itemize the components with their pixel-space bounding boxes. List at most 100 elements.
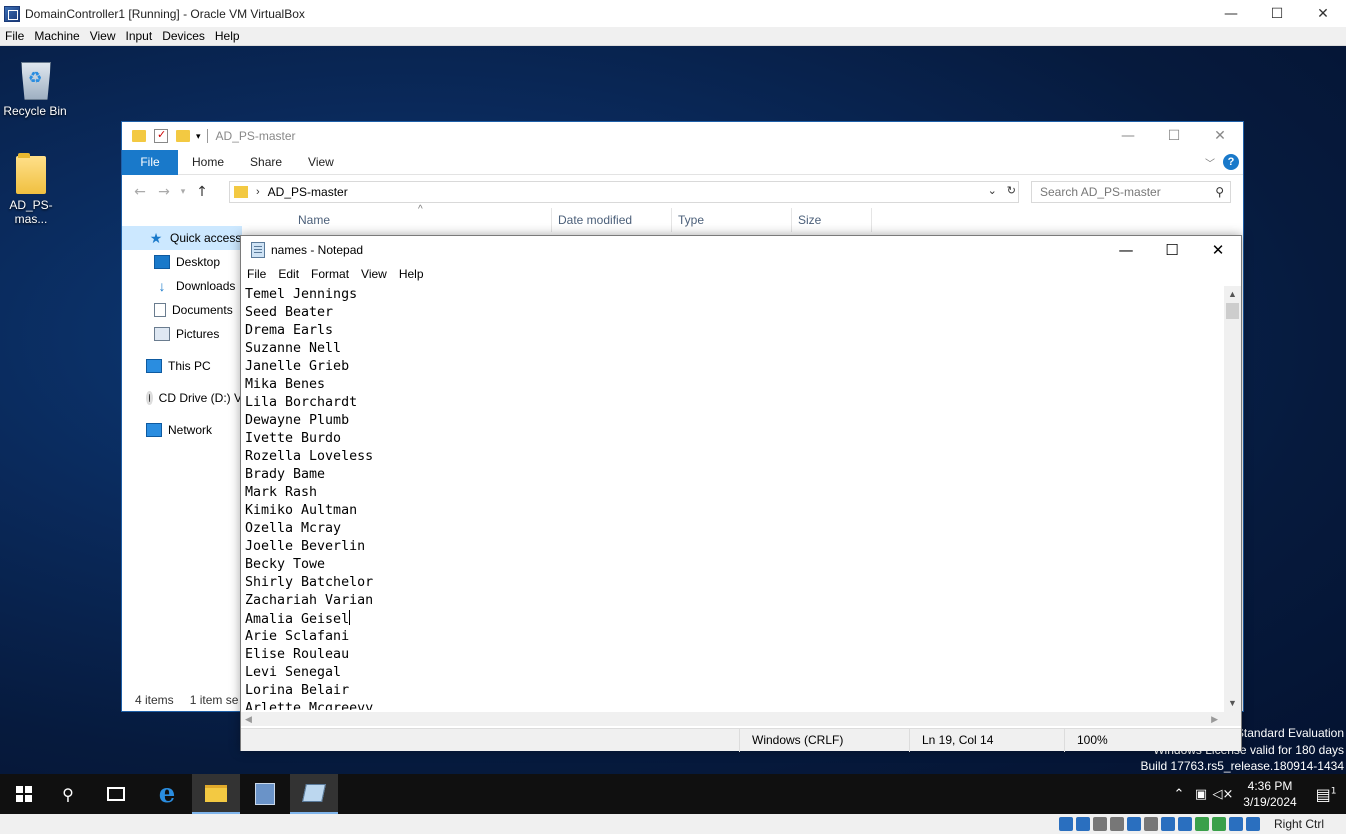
column-type[interactable]: Type	[672, 208, 792, 232]
notepad-menu-format[interactable]: Format	[305, 267, 355, 281]
scroll-left-icon[interactable]: ◀	[245, 712, 252, 726]
network-adapter-icon[interactable]	[1110, 817, 1124, 831]
expand-ribbon-icon[interactable]: ﹀	[1205, 155, 1215, 170]
display-icon[interactable]	[1161, 817, 1175, 831]
sidebar-item-quick-access[interactable]: ★ Quick access	[122, 226, 242, 250]
virtualbox-icon	[4, 5, 20, 22]
sidebar-item-cd-drive[interactable]: CD Drive (D:) V	[122, 386, 242, 410]
recent-locations-icon[interactable]: ▾	[176, 187, 190, 197]
notepad-maximize-button[interactable]: ☐	[1149, 236, 1195, 264]
guest-additions-icon[interactable]	[1212, 817, 1226, 831]
horizontal-scrollbar[interactable]: ◀ ▶	[241, 712, 1224, 726]
task-view-button[interactable]	[92, 774, 140, 814]
explorer-maximize-button[interactable]: ☐	[1151, 122, 1197, 150]
sidebar-item-downloads[interactable]: ↓ Downloads	[122, 274, 242, 298]
file-explorer-taskbar-button[interactable]	[192, 774, 240, 814]
scrollbar-corner	[1224, 712, 1241, 726]
vbox-menu-devices[interactable]: Devices	[157, 29, 210, 43]
chevron-down-icon[interactable]: ▾	[196, 131, 201, 142]
vbox-minimize-button[interactable]: —	[1208, 0, 1254, 27]
scrollbar-thumb[interactable]	[1226, 303, 1239, 319]
chevron-up-icon[interactable]: ⌃	[1168, 787, 1190, 802]
forward-arrow-icon[interactable]: →	[152, 184, 176, 200]
search-input[interactable]: Search AD_PS-master ⚲	[1031, 181, 1231, 203]
scroll-right-icon[interactable]: ▶	[1211, 712, 1218, 726]
sidebar-item-network[interactable]: Network	[122, 418, 242, 442]
vbox-menu-input[interactable]: Input	[121, 29, 158, 43]
vbox-menu-machine[interactable]: Machine	[29, 29, 84, 43]
properties-icon[interactable]	[154, 128, 168, 143]
notepad-text-area[interactable]: Temel Jennings Seed Beater Drema Earls Suza…	[245, 286, 1225, 710]
text-line: Becky Towe	[245, 557, 326, 572]
address-bar[interactable]: › AD_PS-master ⌄ ↻	[229, 181, 1019, 203]
audio-icon[interactable]	[1093, 817, 1107, 831]
sidebar-item-label: Desktop	[176, 255, 221, 269]
volume-muted-icon[interactable]: ◁×	[1212, 787, 1234, 802]
tab-view[interactable]: View	[295, 150, 347, 175]
network-status-icon[interactable]: ▣	[1190, 787, 1212, 802]
breadcrumb-ad-ps-master[interactable]: AD_PS-master	[268, 185, 348, 199]
keyboard-icon[interactable]	[1246, 817, 1260, 831]
document-icon	[154, 303, 166, 317]
tab-share[interactable]: Share	[237, 150, 295, 175]
refresh-icon[interactable]: ↻	[1007, 184, 1016, 197]
mouse-integration-icon[interactable]	[1229, 817, 1243, 831]
column-name[interactable]: Name	[282, 208, 552, 232]
sidebar-item-documents[interactable]: Documents	[122, 298, 242, 322]
cpu-icon[interactable]	[1195, 817, 1209, 831]
optical-drive-icon[interactable]	[1076, 817, 1090, 831]
vbox-status-bar: Right Ctrl	[0, 814, 1346, 834]
desktop-icon-recycle-bin[interactable]: Recycle Bin	[0, 56, 70, 118]
breadcrumb-chevron-icon[interactable]: ›	[256, 186, 260, 198]
watermark-edition: Standard Evaluation	[1235, 726, 1344, 740]
notepad-menu-file[interactable]: File	[241, 267, 272, 281]
text-line: Drema Earls	[245, 323, 334, 338]
start-button[interactable]	[0, 774, 48, 814]
explorer-minimize-button[interactable]: —	[1105, 122, 1151, 150]
notepad-menu-view[interactable]: View	[355, 267, 393, 281]
tab-home[interactable]: Home	[178, 150, 237, 175]
vbox-close-button[interactable]: ✕	[1300, 0, 1346, 27]
system-clock[interactable]: 4:36 PM 3/19/2024	[1234, 778, 1306, 810]
recording-icon[interactable]	[1178, 817, 1192, 831]
vbox-menu-help[interactable]: Help	[210, 29, 245, 43]
scroll-down-icon[interactable]: ▼	[1224, 695, 1241, 712]
shared-folders-icon[interactable]	[1144, 817, 1158, 831]
column-date-modified[interactable]: Date modified	[552, 208, 672, 232]
help-icon[interactable]: ?	[1223, 154, 1239, 170]
explorer-close-button[interactable]: ✕	[1197, 122, 1243, 150]
up-arrow-icon[interactable]: ↑	[190, 184, 214, 200]
notepad-menu-edit[interactable]: Edit	[272, 267, 305, 281]
usb-icon[interactable]	[1127, 817, 1141, 831]
notepad-taskbar-button[interactable]	[290, 774, 338, 814]
internet-explorer-button[interactable]: e	[143, 774, 191, 814]
server-manager-button[interactable]	[241, 774, 289, 814]
computer-icon	[146, 359, 162, 373]
action-center-button[interactable]: ▤1	[1306, 785, 1346, 804]
desktop-icon-ad-ps-master[interactable]: AD_PS-mas...	[0, 153, 66, 226]
scroll-up-icon[interactable]: ▲	[1224, 286, 1241, 303]
vbox-titlebar: DomainController1 [Running] - Oracle VM …	[0, 0, 1346, 27]
tab-file[interactable]: File	[122, 149, 178, 175]
search-button[interactable]: ⚲	[44, 774, 92, 814]
address-dropdown-icon[interactable]: ⌄	[988, 184, 997, 197]
vbox-menu-view[interactable]: View	[85, 29, 121, 43]
back-arrow-icon[interactable]: ←	[128, 184, 152, 200]
notepad-icon	[251, 242, 265, 258]
sidebar-item-this-pc[interactable]: This PC	[122, 354, 242, 378]
new-folder-icon[interactable]	[176, 130, 190, 142]
notepad-close-button[interactable]: ✕	[1195, 236, 1241, 264]
notepad-minimize-button[interactable]: —	[1103, 236, 1149, 264]
sidebar-item-label: This PC	[168, 359, 211, 373]
hard-disk-icon[interactable]	[1059, 817, 1073, 831]
sidebar-item-desktop[interactable]: Desktop	[122, 250, 242, 274]
vertical-scrollbar[interactable]: ▲ ▼	[1224, 286, 1241, 712]
text-line: Suzanne Nell	[245, 341, 342, 356]
vbox-maximize-button[interactable]: ☐	[1254, 0, 1300, 27]
sidebar-item-pictures[interactable]: Pictures	[122, 322, 242, 346]
column-size[interactable]: Size	[792, 208, 872, 232]
explorer-ribbon: File Home Share View ﹀ ?	[122, 149, 1243, 175]
vbox-menu-file[interactable]: File	[0, 29, 29, 43]
notepad-menu-help[interactable]: Help	[393, 267, 430, 281]
sidebar-item-label: Documents	[172, 303, 233, 317]
